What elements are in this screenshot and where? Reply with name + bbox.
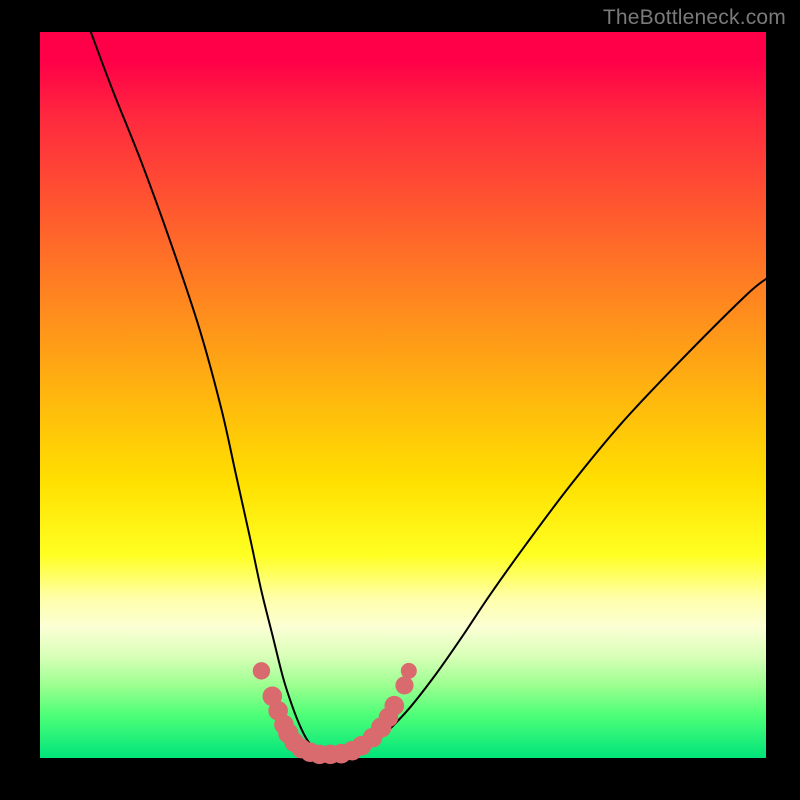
watermark-text: TheBottleneck.com [603,6,786,30]
chart-frame: TheBottleneck.com [0,0,800,800]
plot-area [40,32,766,758]
chart-svg [40,32,766,758]
curve-marker [253,662,270,679]
curve-marker [401,663,417,679]
curve-markers [253,662,417,764]
curve-marker [395,676,413,694]
bottleneck-curve [91,32,766,754]
curve-marker [384,696,404,716]
